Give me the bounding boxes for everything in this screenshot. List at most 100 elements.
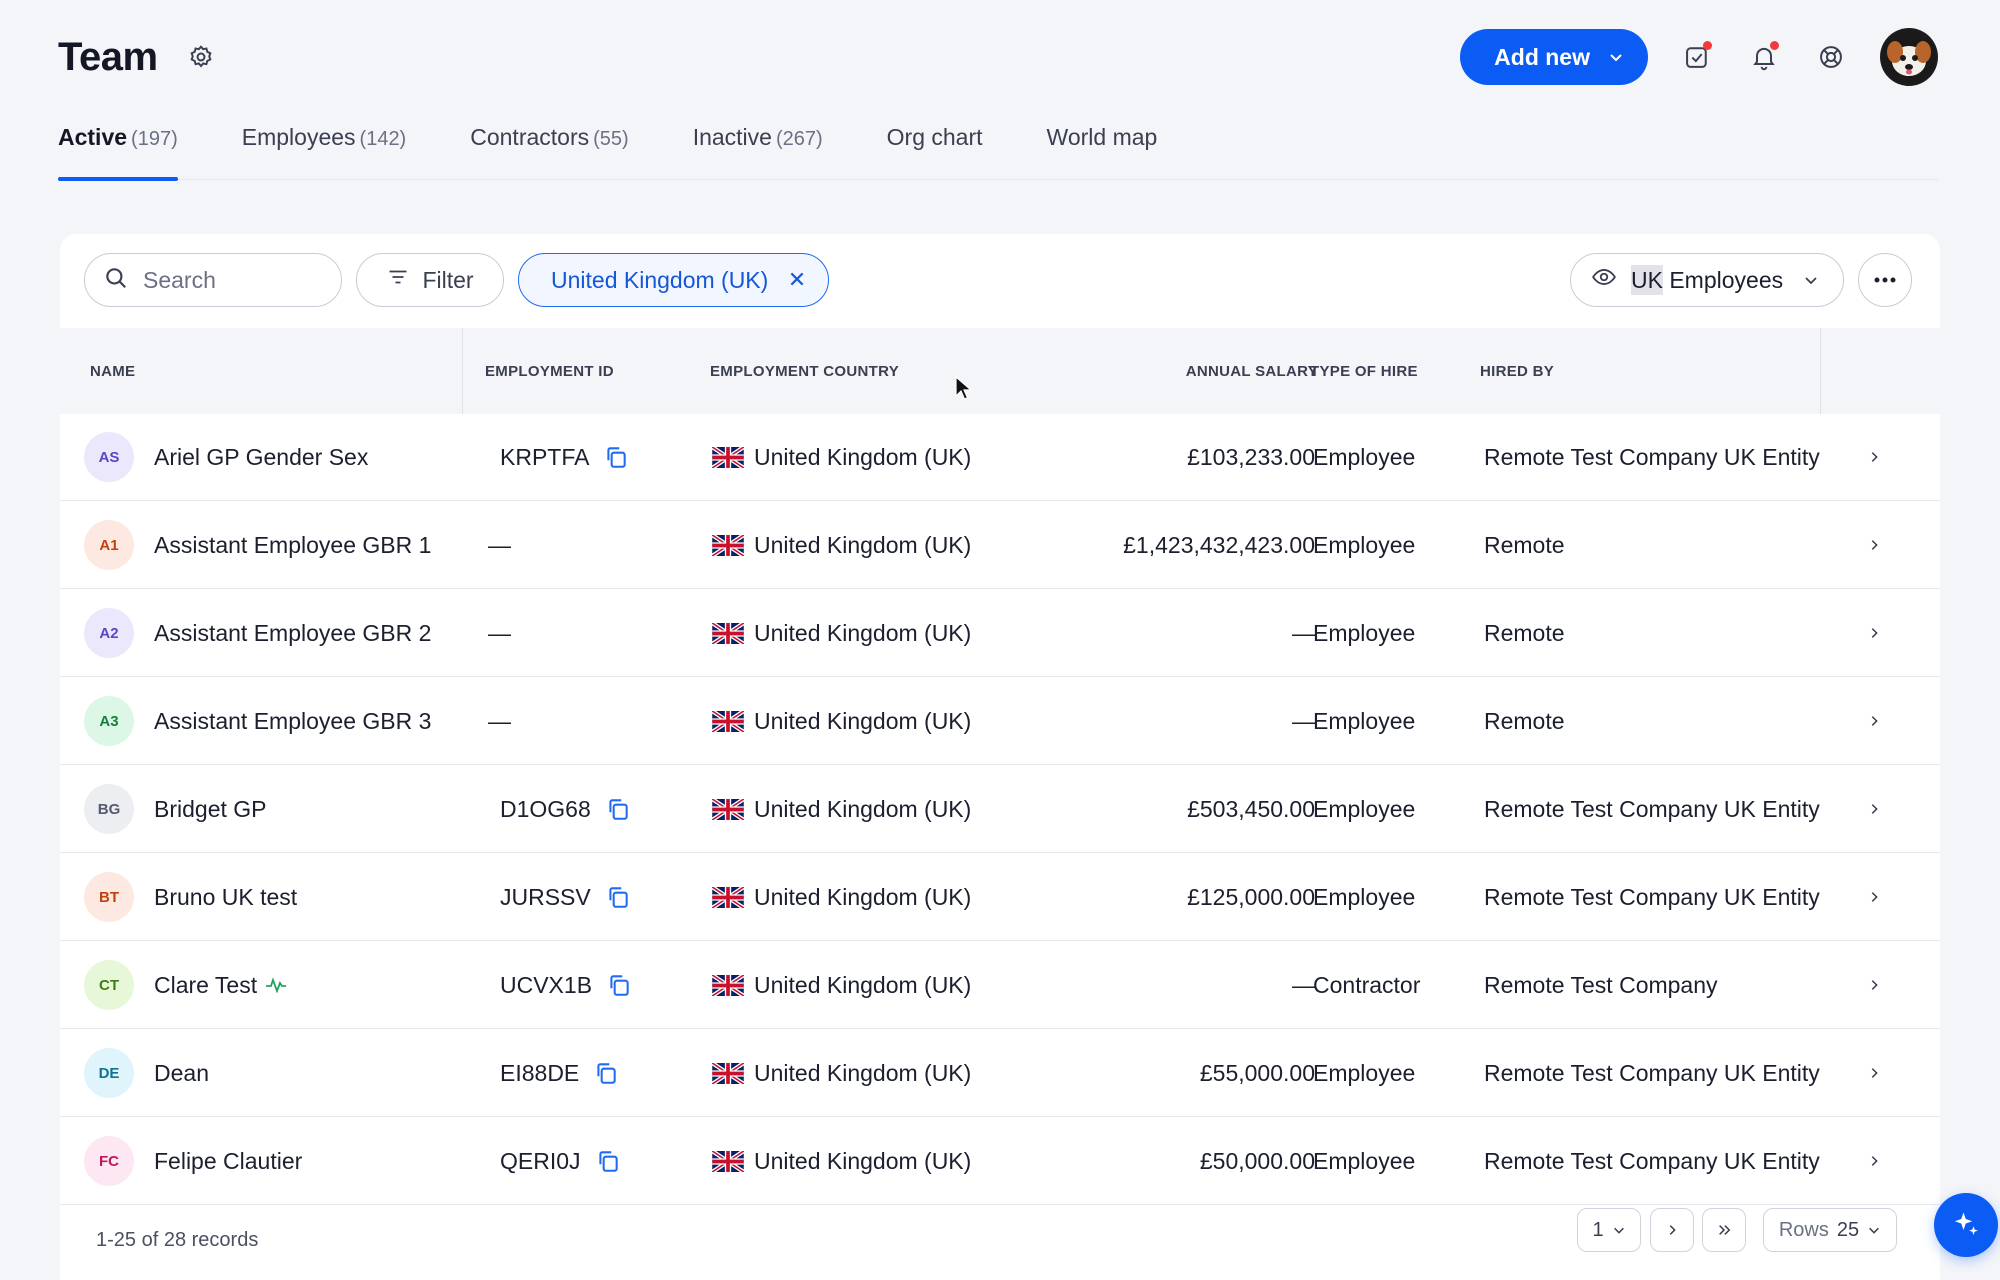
rows-per-page-select[interactable]: Rows 25: [1763, 1208, 1897, 1252]
help-lifebuoy-icon[interactable]: [1813, 39, 1849, 75]
column-header-name[interactable]: NAME: [90, 328, 135, 414]
column-header-type-of-hire[interactable]: TYPE OF HIRE: [1310, 328, 1418, 414]
gear-icon[interactable]: [186, 42, 216, 72]
employment-country: United Kingdom (UK): [754, 619, 972, 646]
employment-id: EI88DE: [500, 1059, 580, 1086]
employment-country: United Kingdom (UK): [754, 1059, 972, 1086]
next-page-button[interactable]: [1650, 1208, 1694, 1252]
tab-contractors[interactable]: Contractors (55): [470, 116, 628, 180]
chevron-right-icon[interactable]: [1862, 709, 1886, 733]
employee-name[interactable]: Assistant Employee GBR 1: [154, 532, 431, 559]
employee-name[interactable]: Dean: [154, 1060, 209, 1087]
type-of-hire: Employee: [1313, 1059, 1416, 1086]
employment-country: United Kingdom (UK): [754, 531, 972, 558]
add-new-button[interactable]: Add new: [1460, 29, 1648, 85]
table-row[interactable]: A3 Assistant Employee GBR 3 — United Kingdo…: [60, 678, 1940, 765]
column-header-employment-country[interactable]: EMPLOYMENT COUNTRY: [710, 328, 899, 414]
hired-by: Remote Test Company UK Entity: [1484, 1059, 1820, 1086]
chevron-down-icon: [1803, 272, 1819, 288]
close-icon[interactable]: [788, 267, 806, 294]
search-icon: [103, 265, 129, 296]
table-header: NAME EMPLOYMENT ID EMPLOYMENT COUNTRY AN…: [60, 328, 1940, 414]
bell-icon[interactable]: [1746, 39, 1782, 75]
copy-icon[interactable]: [593, 1060, 619, 1086]
table-row[interactable]: A1 Assistant Employee GBR 1 — United Kingdo…: [60, 502, 1940, 589]
tab-world-map[interactable]: World map: [1047, 116, 1158, 180]
uk-flag-icon: [712, 622, 754, 644]
chevron-right-icon[interactable]: [1862, 533, 1886, 557]
chevron-right-icon[interactable]: [1862, 797, 1886, 821]
tab-employees[interactable]: Employees (142): [242, 116, 406, 180]
row-avatar: A2: [84, 608, 134, 658]
search-input[interactable]: [143, 266, 313, 294]
country-filter-chip[interactable]: United Kingdom (UK): [518, 253, 830, 307]
tab-inactive[interactable]: Inactive (267): [693, 116, 823, 180]
table-row[interactable]: CT Clare Test UCVX1B United Kingdom (UK) — Co…: [60, 942, 1940, 1029]
employee-name[interactable]: Assistant Employee GBR 2: [154, 620, 431, 647]
employment-country: United Kingdom (UK): [754, 883, 972, 910]
chevron-right-icon[interactable]: [1862, 1149, 1886, 1173]
table-row[interactable]: DE Dean EI88DE United Kingdom (UK) £55,000.0…: [60, 1030, 1940, 1117]
filter-button[interactable]: Filter: [356, 253, 504, 307]
page-select[interactable]: 1: [1577, 1208, 1641, 1252]
page-header: Team Add new: [58, 28, 1938, 86]
tab-count: (197): [131, 128, 178, 150]
user-avatar[interactable]: [1880, 28, 1938, 86]
saved-view-select[interactable]: UK Employees: [1570, 253, 1844, 307]
employee-name[interactable]: Assistant Employee GBR 3: [154, 708, 431, 735]
rows-value: 25: [1836, 1218, 1860, 1241]
copy-icon[interactable]: [605, 796, 631, 822]
tab-count: (142): [359, 128, 407, 150]
column-header-hired-by[interactable]: HIRED BY: [1480, 328, 1554, 414]
copy-icon[interactable]: [605, 884, 631, 910]
chevron-right-icon[interactable]: [1862, 621, 1886, 645]
employee-name[interactable]: Felipe Clautier: [154, 1148, 302, 1175]
row-avatar: BT: [84, 872, 134, 922]
uk-flag-icon: [712, 710, 754, 732]
chevron-right-icon[interactable]: [1862, 885, 1886, 909]
chevron-right-icon[interactable]: [1862, 445, 1886, 469]
uk-flag-icon: [712, 974, 754, 996]
copy-icon[interactable]: [606, 972, 632, 998]
employee-name[interactable]: Clare Test: [154, 972, 257, 999]
column-divider: [462, 328, 463, 414]
employment-id: KRPTFA: [500, 443, 590, 470]
column-header-annual-salary[interactable]: ANNUAL SALARY: [1120, 328, 1318, 414]
tab-active[interactable]: Active (197): [58, 116, 178, 181]
type-of-hire: Employee: [1313, 795, 1416, 822]
employee-name[interactable]: Ariel GP Gender Sex: [154, 444, 368, 471]
employment-country: United Kingdom (UK): [754, 971, 972, 998]
table-row[interactable]: FC Felipe Clautier QERI0J United Kingdom (U…: [60, 1118, 1940, 1205]
tab-org-chart[interactable]: Org chart: [887, 116, 983, 180]
employment-country: United Kingdom (UK): [754, 443, 972, 470]
chevron-right-icon[interactable]: [1862, 973, 1886, 997]
column-header-employment-id[interactable]: EMPLOYMENT ID: [485, 328, 614, 414]
table-row[interactable]: AS Ariel GP Gender Sex KRPTFA United Kingdo…: [60, 414, 1940, 501]
tab-count: (55): [593, 128, 629, 150]
hired-by: Remote Test Company UK Entity: [1484, 443, 1820, 470]
employee-name[interactable]: Bruno UK test: [154, 884, 297, 911]
row-avatar: FC: [84, 1136, 134, 1186]
table-row[interactable]: BT Bruno UK test JURSSV United Kingdom (UK)…: [60, 854, 1940, 941]
search-box[interactable]: [84, 253, 342, 307]
copy-icon[interactable]: [603, 444, 629, 470]
last-page-button[interactable]: [1702, 1208, 1746, 1252]
uk-flag-icon: [712, 886, 754, 908]
annual-salary: £503,450.00: [1187, 795, 1315, 822]
hired-by: Remote Test Company UK Entity: [1484, 1147, 1820, 1174]
more-icon[interactable]: [1858, 253, 1912, 307]
chevron-right-icon[interactable]: [1862, 1061, 1886, 1085]
task-check-icon[interactable]: [1679, 39, 1715, 75]
hired-by: Remote: [1484, 707, 1565, 734]
ai-assistant-button[interactable]: [1934, 1193, 1998, 1257]
tab-label: World map: [1046, 124, 1158, 150]
column-divider: [1820, 328, 1821, 414]
uk-flag-icon: [712, 534, 754, 556]
add-new-label: Add new: [1494, 43, 1590, 70]
uk-flag-icon: [712, 798, 754, 820]
employee-name[interactable]: Bridget GP: [154, 796, 267, 823]
copy-icon[interactable]: [595, 1148, 621, 1174]
table-row[interactable]: A2 Assistant Employee GBR 2 — United Kingdo…: [60, 590, 1940, 677]
table-row[interactable]: BG Bridget GP D1OG68 United Kingdom (UK) £50…: [60, 766, 1940, 853]
table-footer: 1-25 of 28 records 1 Rows 25: [60, 1200, 1940, 1280]
